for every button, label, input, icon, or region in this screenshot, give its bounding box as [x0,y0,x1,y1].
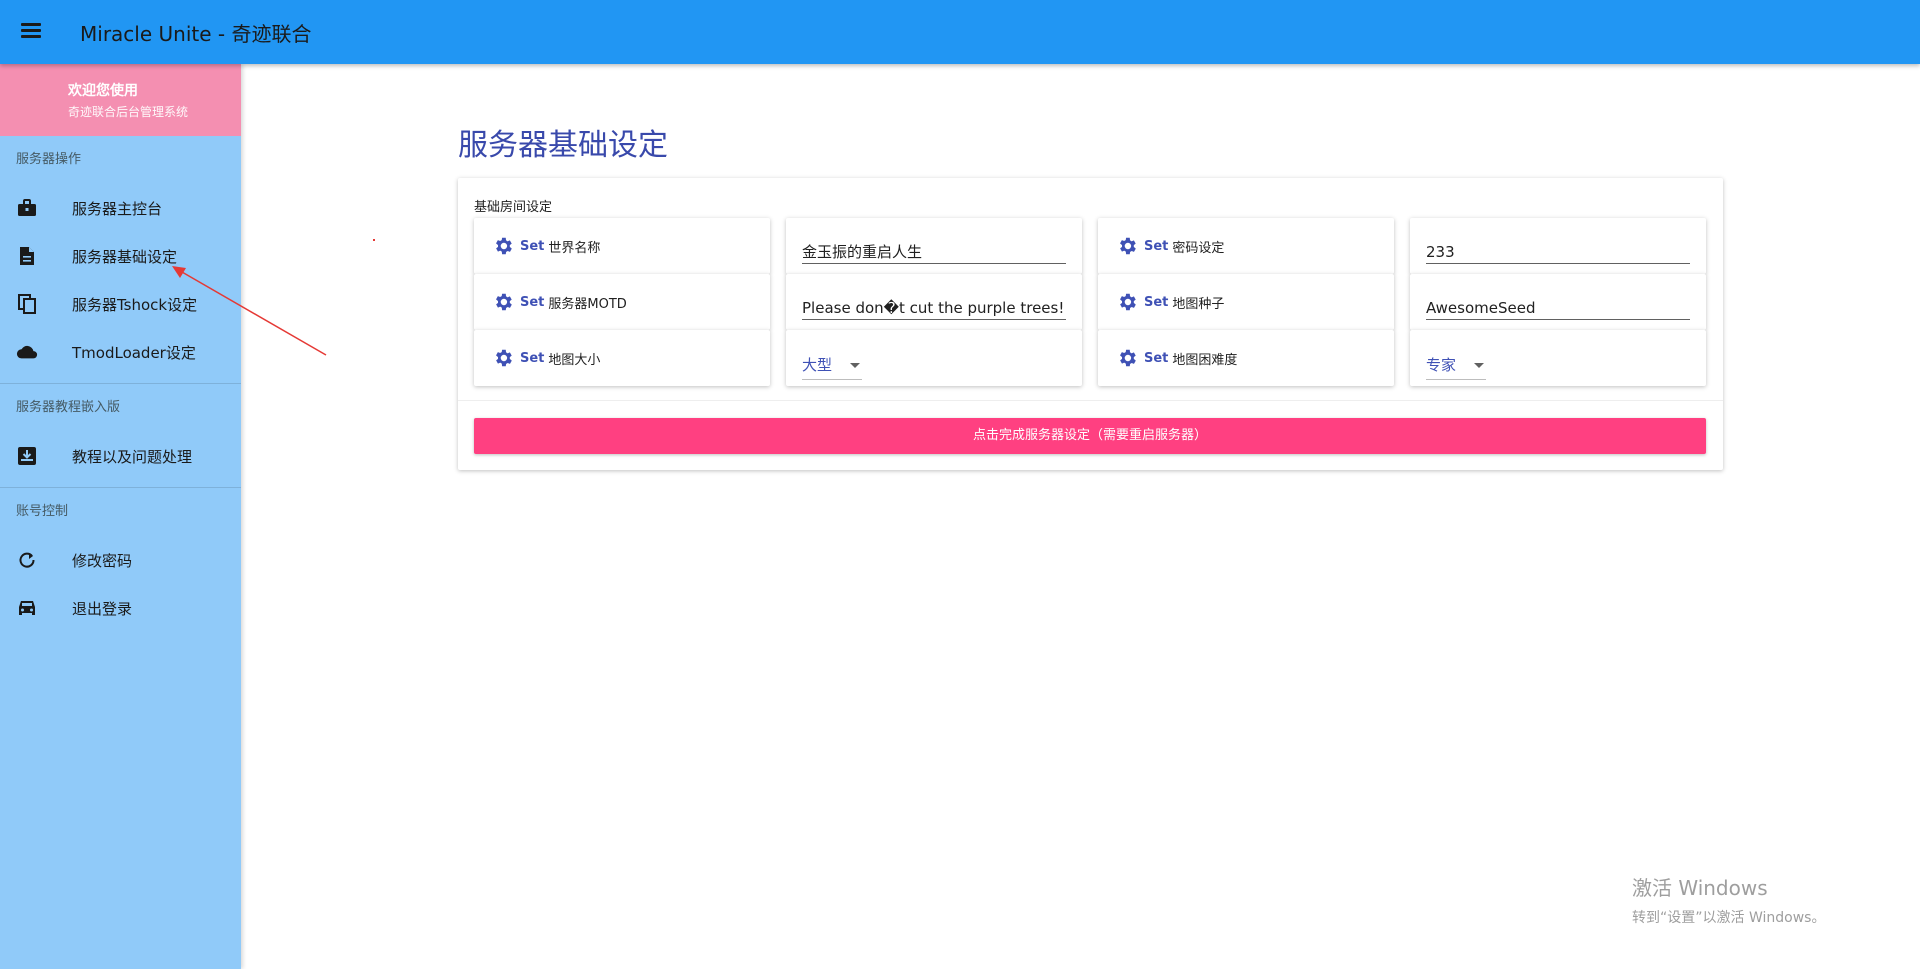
select-value: 专家 [1426,356,1457,374]
app-bar: Miracle Unite - 奇迹联合 [0,0,1920,64]
card-subtitle: 基础房间设定 [474,200,553,215]
menu-icon[interactable] [18,20,44,44]
setting-label: 服务器MOTD [548,296,627,312]
set-word: Set [520,350,545,366]
setting-label: 密码设定 [1172,240,1225,256]
setting-label: 地图大小 [548,352,601,368]
copy-icon [16,293,38,315]
map-size-cell: 大型 [786,330,1082,386]
map-size-select[interactable]: 大型 [802,350,862,380]
section-header-account: 账号控制 [16,504,69,519]
sidebar-item-server-console[interactable]: 服务器主控台 [0,184,241,232]
motd-input[interactable]: Please don�t cut the purple trees! [802,296,1066,320]
gear-icon [1120,293,1136,311]
set-word: Set [520,294,545,310]
document-icon [16,245,38,267]
set-word: Set [1144,238,1169,254]
car-icon [16,597,38,619]
watermark-title: 激活 Windows [1632,876,1768,900]
difficulty-select[interactable]: 专家 [1426,350,1486,380]
sidebar-item-label: 服务器基础设定 [72,247,178,266]
setting-label-cell: Set 世界名称 [474,218,770,274]
sidebar-item-change-password[interactable]: 修改密码 [0,536,241,584]
windows-activation-watermark: 激活 Windows 转到“设置”以激活 Windows。 [1632,872,1825,927]
welcome-subtitle: 奇迹联合后台管理系统 [68,105,189,119]
gear-icon [496,293,512,311]
briefcase-icon [16,197,38,219]
cloud-icon [16,341,38,363]
section-header-server-ops: 服务器操作 [16,152,82,167]
setting-label: 地图种子 [1172,296,1225,312]
sidebar-item-tutorials[interactable]: 教程以及问题处理 [0,432,241,480]
sidebar: 欢迎您使用 奇迹联合后台管理系统 服务器操作 服务器主控台 服务器基础设定 服务… [0,64,241,969]
setting-label-cell: Set 密码设定 [1098,218,1394,274]
settings-card: 基础房间设定 Set 世界名称 金玉振的重启人生 Set 密码设定 233 Se… [458,178,1723,470]
watermark-subtitle: 转到“设置”以激活 Windows。 [1632,910,1826,926]
sidebar-item-label: 服务器Tshock设定 [72,295,198,314]
dropdown-arrow-icon [850,363,860,368]
set-word: Set [1144,350,1169,366]
welcome-title: 欢迎您使用 [68,83,138,99]
refresh-icon [16,549,38,571]
page-title: 服务器基础设定 [458,128,668,163]
setting-label: 世界名称 [548,240,601,256]
dropdown-arrow-icon [1474,363,1484,368]
motd-cell: Please don�t cut the purple trees! [786,274,1082,330]
password-cell: 233 [1410,218,1706,274]
set-word: Set [1144,294,1169,310]
setting-label-cell: Set 服务器MOTD [474,274,770,330]
seed-input[interactable]: AwesomeSeed [1426,296,1690,320]
sidebar-item-label: 修改密码 [72,551,133,570]
sidebar-item-label: TmodLoader设定 [72,343,196,362]
setting-label-cell: Set 地图种子 [1098,274,1394,330]
world-name-input[interactable]: 金玉振的重启人生 [802,240,1066,264]
divider [458,400,1723,401]
gear-icon [496,349,512,367]
sidebar-item-label: 退出登录 [72,599,133,618]
sidebar-item-label: 服务器主控台 [72,199,163,218]
setting-label: 地图困难度 [1172,352,1238,368]
gear-icon [496,237,512,255]
select-value: 大型 [802,356,833,374]
app-title: Miracle Unite - 奇迹联合 [80,22,312,46]
submit-settings-button[interactable]: 点击完成服务器设定（需要重启服务器） [474,418,1706,454]
setting-label-cell: Set 地图困难度 [1098,330,1394,386]
sidebar-item-server-basic-settings[interactable]: 服务器基础设定 [0,232,241,280]
seed-cell: AwesomeSeed [1410,274,1706,330]
password-input[interactable]: 233 [1426,240,1690,264]
gear-icon [1120,237,1136,255]
sidebar-item-label: 教程以及问题处理 [72,447,193,466]
sidebar-item-tmodloader-settings[interactable]: TmodLoader设定 [0,328,241,376]
section-header-tutorial: 服务器教程嵌入版 [16,400,121,415]
inbox-download-icon [16,445,38,467]
welcome-banner: 欢迎您使用 奇迹联合后台管理系统 [0,64,241,136]
sidebar-item-logout[interactable]: 退出登录 [0,584,241,632]
sidebar-item-tshock-settings[interactable]: 服务器Tshock设定 [0,280,241,328]
gear-icon [1120,349,1136,367]
set-word: Set [520,238,545,254]
world-name-cell: 金玉振的重启人生 [786,218,1082,274]
setting-label-cell: Set 地图大小 [474,330,770,386]
difficulty-cell: 专家 [1410,330,1706,386]
annotation-arrow [172,239,375,356]
